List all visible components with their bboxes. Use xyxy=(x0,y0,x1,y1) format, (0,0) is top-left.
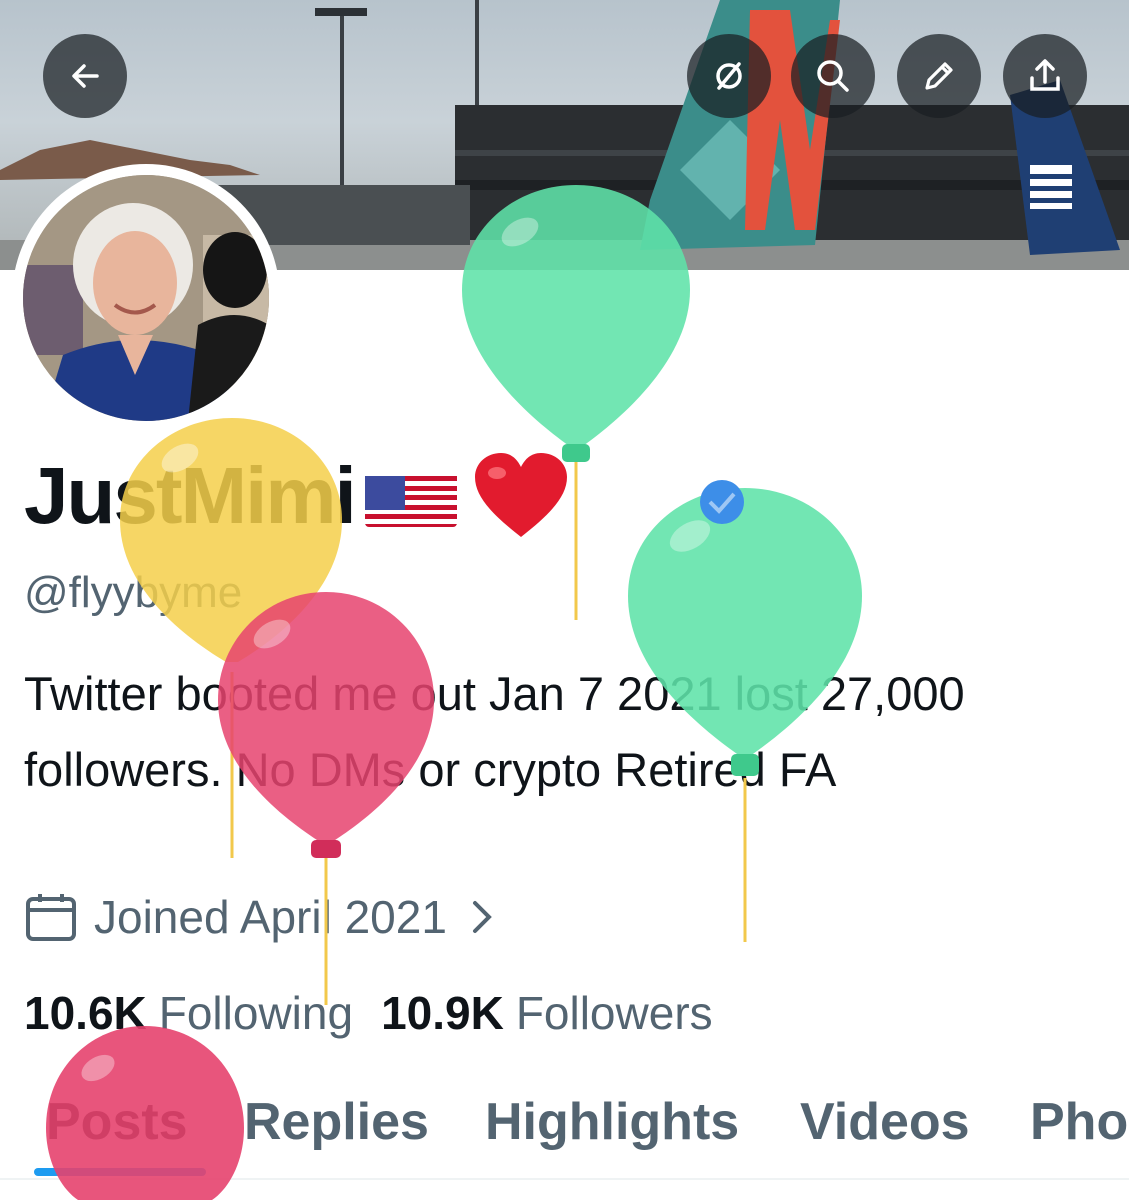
following-stat[interactable]: 10.6K Following xyxy=(24,986,353,1040)
following-count: 10.6K xyxy=(24,987,147,1039)
following-label: Following xyxy=(158,987,354,1039)
avatar-photo xyxy=(23,175,269,421)
hide-button[interactable] xyxy=(687,34,771,118)
tab-photos[interactable]: Pho xyxy=(1030,1092,1128,1152)
back-button[interactable] xyxy=(43,34,127,118)
search-button[interactable] xyxy=(791,34,875,118)
profile-bio: Twitter booted me out Jan 7 2021 lost 27… xyxy=(24,667,965,796)
follow-stats: 10.6K Following 10.9K Followers xyxy=(24,986,713,1040)
tab-posts[interactable]: Posts xyxy=(46,1092,188,1152)
display-name-text: JustMimi xyxy=(24,451,357,540)
username-handle: @flyybyme xyxy=(24,568,243,617)
tab-replies[interactable]: Replies xyxy=(244,1092,429,1152)
us-flag-emoji xyxy=(364,465,457,527)
joined-date-row[interactable]: Joined April 2021 xyxy=(24,890,497,944)
tab-videos[interactable]: Videos xyxy=(800,1092,970,1152)
profile-tabs: Posts Replies Highlights Videos Pho xyxy=(0,1080,1129,1180)
heart-emoji xyxy=(473,451,569,541)
followers-count: 10.9K xyxy=(381,987,504,1039)
search-icon xyxy=(817,60,849,92)
joined-date-text: Joined April 2021 xyxy=(94,891,447,943)
tabs-divider xyxy=(0,1178,1129,1180)
calendar-icon xyxy=(26,894,76,941)
verified-badge-icon xyxy=(700,480,744,524)
followers-stat[interactable]: 10.9K Followers xyxy=(381,986,713,1040)
edit-button[interactable] xyxy=(897,34,981,118)
share-icon xyxy=(1030,59,1060,91)
followers-label: Followers xyxy=(515,987,713,1039)
edit-icon xyxy=(925,62,953,90)
active-tab-indicator xyxy=(34,1168,206,1176)
chevron-right-icon xyxy=(472,901,492,933)
tab-highlights[interactable]: Highlights xyxy=(485,1092,739,1152)
profile-avatar[interactable] xyxy=(12,164,280,432)
back-arrow-icon xyxy=(72,64,99,88)
display-name: JustMimi xyxy=(24,450,569,542)
hide-icon xyxy=(716,62,742,90)
share-button[interactable] xyxy=(1003,34,1087,118)
